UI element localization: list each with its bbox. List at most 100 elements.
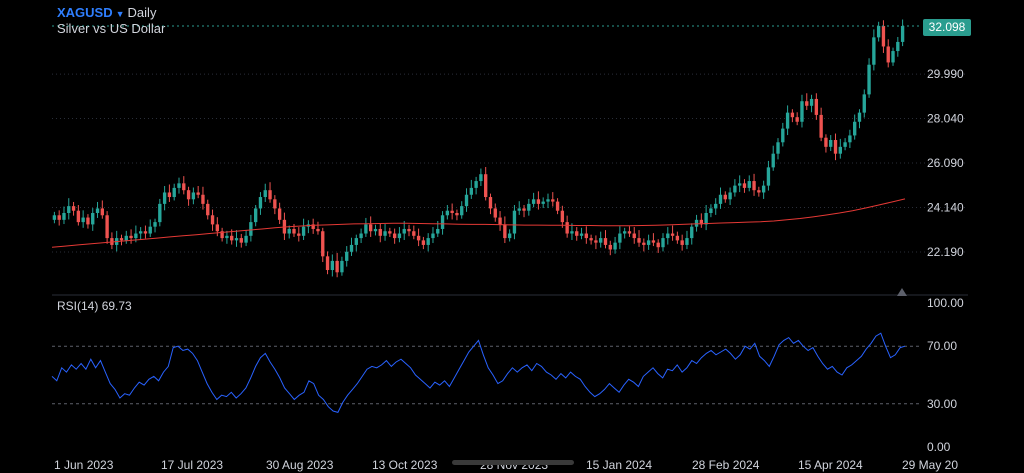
time-tick-label: 15 Jan 2024 [586,458,652,472]
candle-body [407,228,411,232]
last-price-badge: 32.098 [923,19,971,36]
rsi-tick-label: 30.00 [927,397,957,411]
candle-body [464,194,469,207]
candle-body [91,212,95,225]
candle-body [670,233,675,236]
candle-body [517,208,521,211]
time-tick-label: 1 Jun 2023 [54,458,114,472]
candle-body [388,231,392,234]
candle-body [608,244,612,250]
candle-body [162,192,167,204]
candle-body [105,215,109,239]
candle-body [718,194,723,204]
candle-body [210,215,215,225]
price-chart-svg[interactable]: 29.990 28.040 26.090 24.140 22.190 100.00 70.… [0,0,1024,473]
candle-body [421,240,426,245]
candle-body [757,190,761,193]
candle-body [843,142,847,147]
candle-body [196,192,200,195]
candle-body [541,201,545,204]
candle-body [618,233,622,243]
candle-body [239,238,243,243]
candle-body [790,112,795,118]
candle-body [225,235,229,239]
rsi-tick-label: 0.00 [927,440,951,454]
candle-body [479,174,483,182]
rsi-tick-label: 70.00 [927,339,957,353]
rsi-axis-labels: 100.00 70.00 30.00 0.00 [927,296,964,454]
candle-body [862,94,866,113]
candle-body [761,185,766,193]
time-tick-label: 29 May 20 [902,458,958,472]
candle-body [57,215,61,220]
rsi-label: RSI(14) [57,299,99,313]
candle-body [737,183,742,186]
price-tick-label: 26.090 [927,156,964,170]
candle-body [723,194,727,200]
candle-body [153,222,157,227]
candle-body [460,206,464,216]
candle-body [876,25,881,38]
candle-body [52,215,57,220]
candle-body [330,260,335,271]
candle-body [292,228,296,234]
candle-body [565,222,569,234]
price-axis-labels: 29.990 28.040 26.090 24.140 22.190 [927,67,964,259]
candle-body [373,228,378,232]
candle-body [891,51,895,63]
candle-body [507,233,512,239]
candle-body [95,208,100,213]
candle-body [867,64,871,95]
symbol-label[interactable]: XAGUSD [57,5,113,20]
candle-body [378,228,382,236]
symbol-dropdown-icon[interactable]: ▼ [116,9,125,19]
candle-body [627,231,632,234]
candle-body [536,199,541,204]
candle-body [551,199,555,202]
candle-body [129,235,133,239]
candle-body [733,185,737,193]
candle-body [186,190,191,200]
candle-body [201,194,205,204]
candle-body [613,242,617,250]
candle-body [747,181,751,188]
rsi-value: 69.73 [101,299,132,313]
candle-body [445,210,450,216]
candle-body [527,203,531,211]
candle-body [881,25,886,47]
candle-body [436,228,440,234]
candle-body [694,219,699,227]
candle-body [354,238,358,245]
candle-body [488,197,493,209]
candle-body [599,238,603,243]
candle-body [301,226,306,236]
candle-body [402,228,406,234]
timeframe-label[interactable]: Daily [128,5,157,20]
price-tick-label: 29.990 [927,67,964,81]
candle-body [273,199,277,209]
price-tick-label: 22.190 [927,245,964,259]
candle-body [642,242,646,245]
time-tick-label: 13 Oct 2023 [372,458,438,472]
candle-body [182,183,186,191]
candle-body [124,235,128,241]
candle-body [838,146,842,154]
rsi-grid-lines [52,345,920,405]
candle-body [546,199,550,202]
chart-header[interactable]: XAGUSD ▼ Daily [57,5,156,22]
candle-body [325,256,330,271]
moving-average-line [51,198,906,248]
candle-body [829,140,833,147]
candle-body [805,101,809,106]
collapse-arrow-icon[interactable] [897,288,907,296]
candle-body [632,233,636,239]
candle-body [431,233,435,239]
candle-body [206,203,210,216]
home-indicator [452,460,574,465]
candle-body [119,238,124,241]
candle-body [579,233,584,236]
candle-body [81,217,85,223]
candle-body [230,235,234,241]
candle-body [594,240,598,243]
candle-body [177,183,181,188]
